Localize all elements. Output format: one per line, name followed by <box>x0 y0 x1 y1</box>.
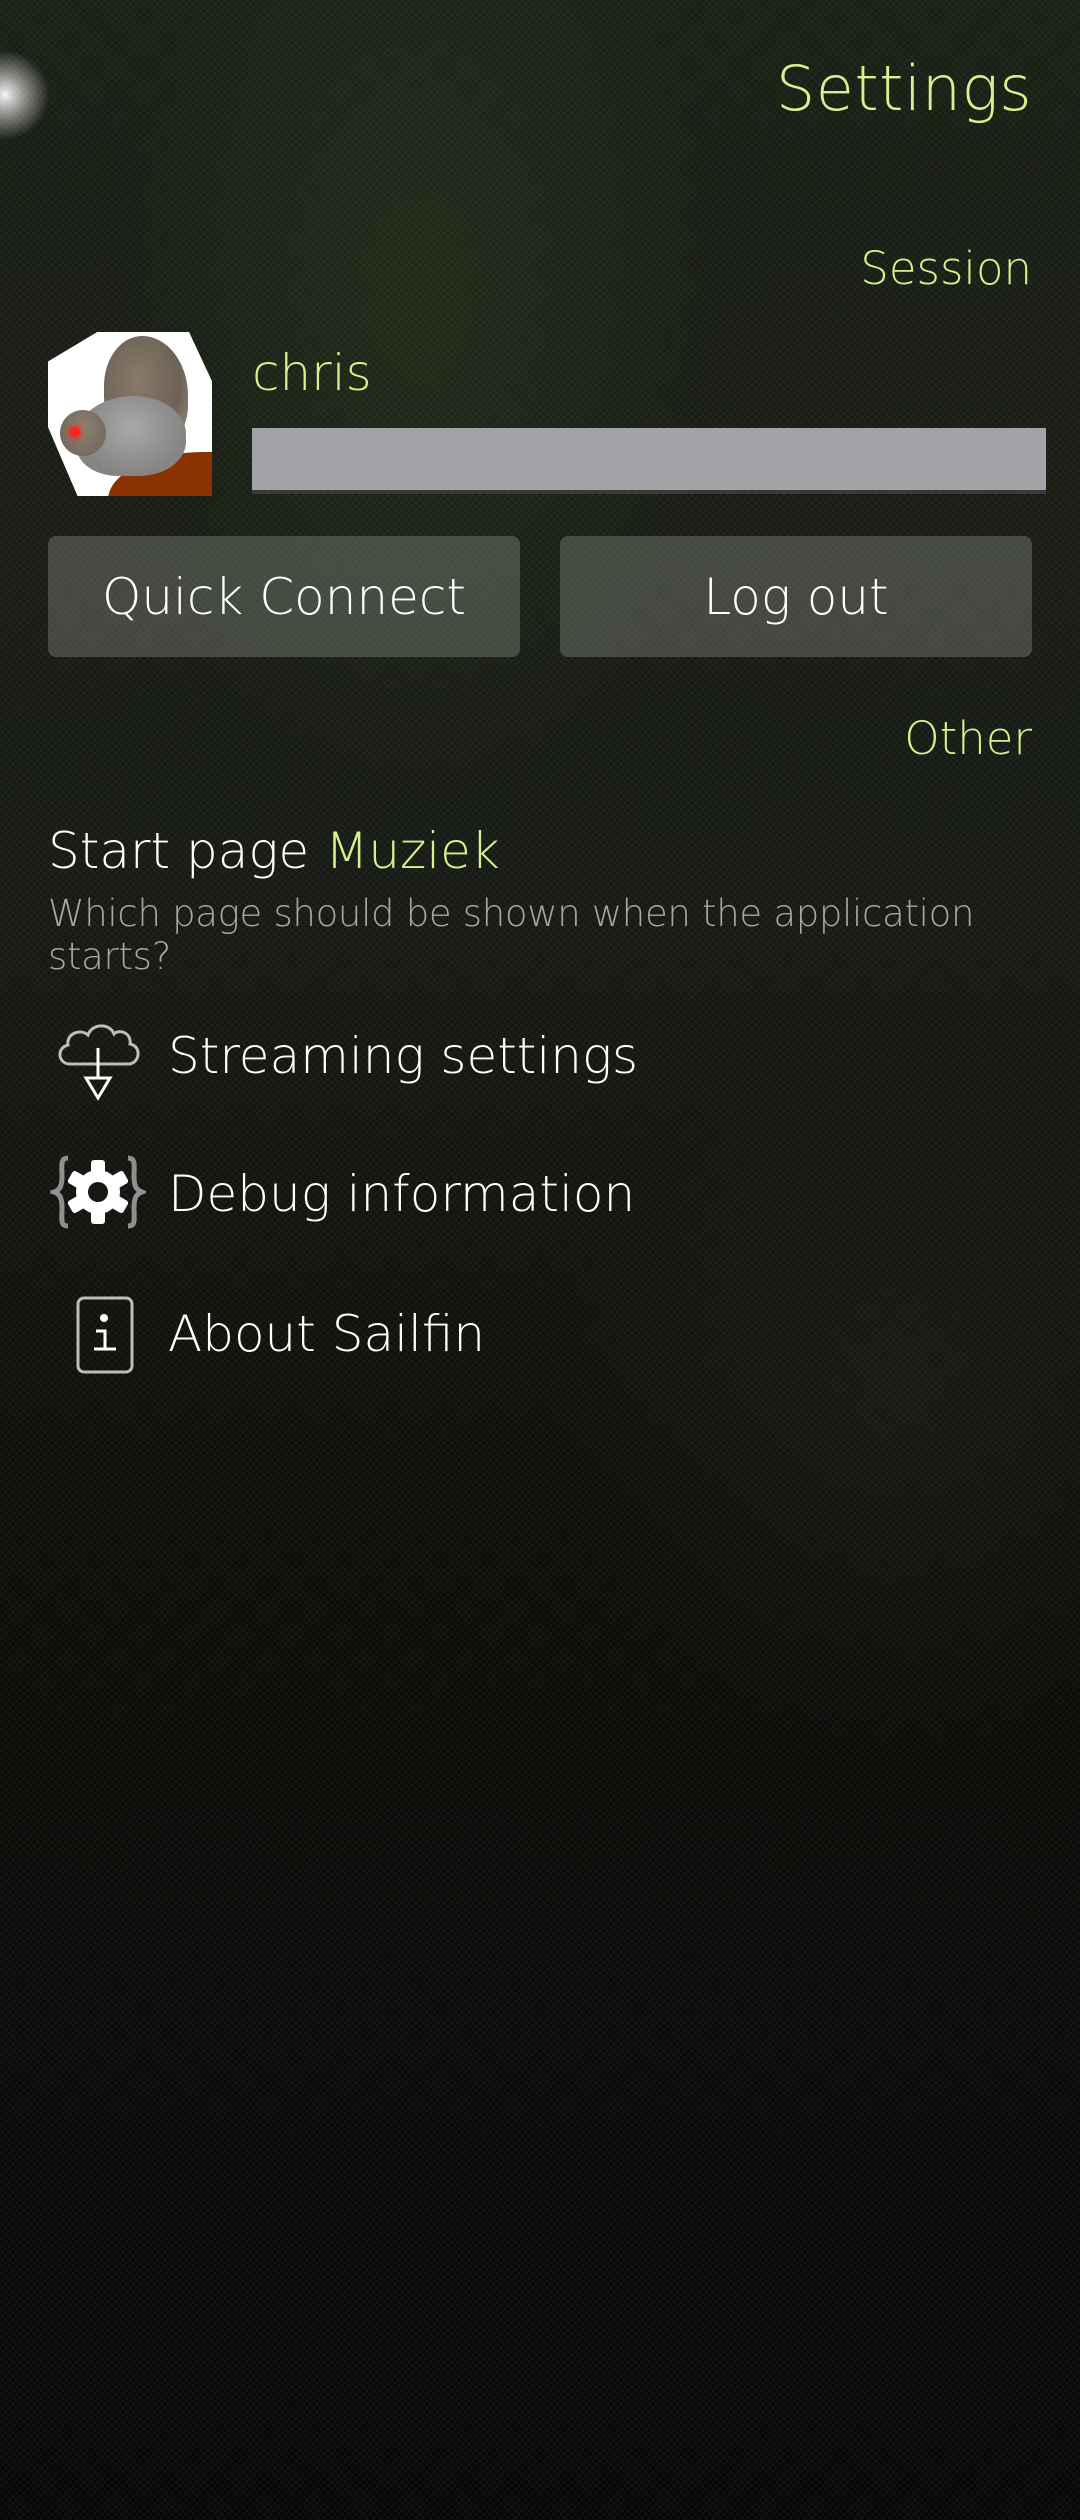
quick-connect-label: Quick Connect <box>101 567 466 626</box>
user-avatar <box>48 332 212 496</box>
page-title: Settings <box>775 52 1032 125</box>
section-header-other: Other <box>904 712 1032 765</box>
start-page-combobox[interactable]: Start page Muziek <box>48 822 500 880</box>
log-out-label: Log out <box>703 567 889 626</box>
start-page-label: Start page <box>48 822 310 880</box>
avatar-squirrel-head <box>60 410 106 456</box>
section-header-session: Session <box>860 242 1032 295</box>
avatar-squirrel-eye <box>70 427 80 437</box>
quick-connect-button[interactable]: Quick Connect <box>48 536 520 657</box>
menu-item-streaming-settings[interactable]: Streaming settings <box>48 1006 1032 1106</box>
menu-item-label: Streaming settings <box>168 1027 639 1085</box>
menu-item-label: Debug information <box>168 1165 636 1223</box>
info-icon <box>48 1284 148 1384</box>
menu-item-about-sailfin[interactable]: About Sailfin <box>48 1284 1032 1384</box>
username-label: chris <box>252 344 372 402</box>
start-page-description: Which page should be shown when the appl… <box>48 892 975 978</box>
cloud-download-icon <box>48 1006 148 1106</box>
log-out-button[interactable]: Log out <box>560 536 1032 657</box>
server-address-field[interactable] <box>252 428 1046 494</box>
start-page-value: Muziek <box>325 822 500 880</box>
menu-item-debug-information[interactable]: Debug information <box>48 1144 1032 1244</box>
pulley-menu-indicator <box>0 50 50 140</box>
menu-item-label: About Sailfin <box>168 1305 486 1363</box>
debug-gear-icon <box>48 1144 148 1244</box>
